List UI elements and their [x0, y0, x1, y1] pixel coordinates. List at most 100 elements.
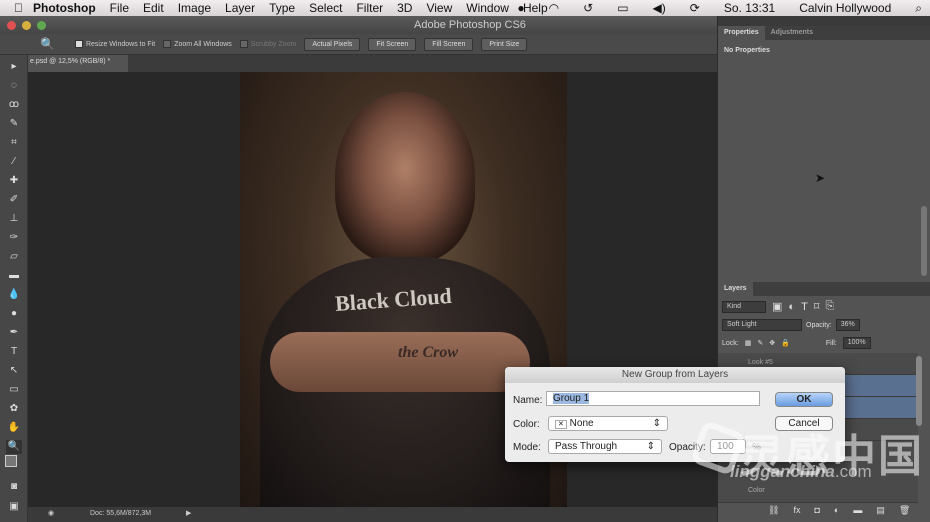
delete-layer-icon[interactable]: 🗑 — [899, 505, 910, 516]
layer-filter-select[interactable]: Kind — [722, 300, 766, 313]
minimize-window-button[interactable] — [22, 21, 31, 30]
sync-icon[interactable]: ⟳ — [690, 1, 700, 15]
stamp-tool-icon[interactable]: ⊥ — [6, 212, 22, 226]
mouse-cursor-icon: ➤ — [815, 171, 826, 185]
quick-select-tool-icon[interactable]: ✎ — [6, 117, 22, 131]
fill-input[interactable]: 100% — [842, 337, 871, 349]
time-machine-icon[interactable]: ↺ — [583, 1, 593, 15]
lasso-tool-icon[interactable]: ꝏ — [6, 98, 22, 112]
pen-tool-icon[interactable]: ✒ — [6, 326, 22, 340]
zoom-all-checkbox[interactable] — [163, 40, 172, 48]
shape-tool-icon[interactable]: ▭ — [6, 383, 22, 397]
filter-adjustment-icon[interactable]: ◐ — [788, 301, 795, 313]
menu-app[interactable]: Photoshop — [33, 1, 96, 15]
mode-select[interactable]: Pass Through ⇕ — [548, 439, 662, 454]
properties-scrollbar[interactable] — [921, 206, 927, 276]
document-tabs: e.psd @ 12,5% (RGB/8) * — [28, 55, 718, 72]
wifi-icon[interactable]: ◠ — [549, 1, 559, 15]
path-select-tool-icon[interactable]: ↖ — [6, 364, 22, 378]
apple-icon[interactable]:  — [14, 1, 23, 15]
close-window-button[interactable] — [7, 21, 16, 30]
print-size-button[interactable]: Print Size — [481, 37, 528, 51]
link-layers-icon[interactable]: ⛓ — [768, 505, 779, 516]
opacity-input[interactable]: 36% — [835, 319, 860, 331]
menu-layer[interactable]: Layer — [225, 1, 255, 15]
layer-row[interactable]: Color — [718, 481, 918, 503]
color-label: Color: — [513, 419, 540, 430]
menu-file[interactable]: File — [110, 1, 129, 15]
menu-type[interactable]: Type — [269, 1, 295, 15]
menu-select[interactable]: Select — [309, 1, 342, 15]
color-select[interactable]: ✕ None ⇕ — [548, 416, 668, 431]
fit-screen-button[interactable]: Fit Screen — [368, 37, 417, 51]
blend-mode-select[interactable]: Soft Light — [722, 319, 802, 331]
lock-pixels-icon[interactable]: ✎ — [757, 339, 763, 347]
ok-button[interactable]: OK — [775, 392, 833, 407]
actual-pixels-button[interactable]: Actual Pixels — [304, 37, 361, 51]
quick-mask-icon[interactable]: ◙ — [6, 480, 22, 494]
status-info-icon[interactable]: ◉ — [48, 509, 54, 517]
resize-windows-checkbox[interactable] — [74, 40, 83, 48]
menu-image[interactable]: Image — [178, 1, 211, 15]
new-layer-icon[interactable]: ▤ — [876, 505, 885, 516]
opacity-unit: % — [752, 442, 761, 453]
foreground-color-swatch[interactable] — [5, 455, 17, 467]
layers-scrollbar[interactable] — [916, 356, 922, 426]
status-bar: ◉ Doc: 55,6M/872,3M ▶ — [28, 507, 718, 522]
status-menu-arrow-icon[interactable]: ▶ — [186, 509, 191, 517]
filter-smart-object-icon[interactable]: ⎘ — [825, 300, 834, 313]
layers-footer: ⛓ fx ◘ ◐ ▬ ▤ 🗑 — [718, 503, 930, 518]
crop-tool-icon[interactable]: ⌗ — [6, 136, 22, 150]
gradient-tool-icon[interactable]: ▬ — [6, 269, 22, 283]
filter-pixel-icon[interactable]: ▣ — [772, 300, 782, 313]
tab-adjustments[interactable]: Adjustments — [765, 26, 819, 40]
opacity-input[interactable]: 100 — [710, 439, 746, 454]
add-mask-icon[interactable]: ◘ — [814, 505, 819, 516]
move-tool-icon[interactable]: ▸ — [6, 60, 22, 74]
zoom-tool-icon[interactable]: 🔍 — [6, 440, 22, 454]
mode-label: Mode: — [513, 442, 541, 453]
adjustment-layer-icon[interactable]: ◐ — [834, 505, 839, 516]
filter-shape-icon[interactable]: ⌑ — [814, 300, 820, 313]
user-name[interactable]: Calvin Hollywood — [799, 1, 891, 15]
clock-status-icon[interactable]: ● — [517, 1, 524, 15]
fill-screen-button[interactable]: Fill Screen — [424, 37, 474, 51]
menu-view[interactable]: View — [426, 1, 452, 15]
menu-filter[interactable]: Filter — [356, 1, 383, 15]
cancel-button[interactable]: Cancel — [775, 416, 833, 431]
name-input[interactable]: Group 1 — [553, 393, 590, 404]
hand-tool-icon[interactable]: ✋ — [6, 421, 22, 435]
volume-icon[interactable]: ◀) — [653, 1, 666, 15]
tab-properties[interactable]: Properties — [718, 26, 765, 40]
clock[interactable]: So. 13:31 — [724, 1, 775, 15]
tab-layers[interactable]: Layers — [718, 282, 753, 296]
display-icon[interactable]: ▭ — [617, 1, 628, 15]
lock-transparent-icon[interactable]: ▦ — [745, 339, 752, 347]
spotlight-icon[interactable]: ⌕ — [915, 1, 922, 16]
zoom-tool-icon[interactable]: 🔍 — [40, 37, 55, 51]
document-tab[interactable]: e.psd @ 12,5% (RGB/8) * — [28, 55, 128, 72]
brush-tool-icon[interactable]: ✐ — [6, 193, 22, 207]
filter-type-icon[interactable]: T — [801, 301, 808, 313]
lock-position-icon[interactable]: ✥ — [769, 339, 775, 347]
healing-tool-icon[interactable]: ✚ — [6, 174, 22, 188]
eraser-tool-icon[interactable]: ▱ — [6, 250, 22, 264]
new-group-icon[interactable]: ▬ — [853, 505, 862, 516]
no-properties-text: No Properties — [724, 47, 770, 54]
history-brush-icon[interactable]: ✑ — [6, 231, 22, 245]
scrubby-zoom-checkbox[interactable] — [239, 40, 248, 48]
menu-edit[interactable]: Edit — [143, 1, 164, 15]
marquee-tool-icon[interactable]: ◌ — [6, 79, 22, 93]
menu-3d[interactable]: 3D — [397, 1, 412, 15]
lock-all-icon[interactable]: 🔒 — [781, 339, 790, 347]
dodge-tool-icon[interactable]: ● — [6, 307, 22, 321]
resize-windows-label: Resize Windows to Fit — [85, 40, 156, 48]
type-tool-icon[interactable]: T — [6, 345, 22, 359]
blur-tool-icon[interactable]: 💧 — [6, 288, 22, 302]
fx-icon[interactable]: fx — [793, 505, 800, 516]
eyedropper-tool-icon[interactable]: ⁄ — [6, 155, 22, 169]
screen-mode-icon[interactable]: ▣ — [6, 500, 22, 514]
3d-tool-icon[interactable]: ✿ — [6, 402, 22, 416]
chevron-updown-icon: ⇕ — [646, 441, 655, 452]
zoom-window-button[interactable] — [37, 21, 46, 30]
